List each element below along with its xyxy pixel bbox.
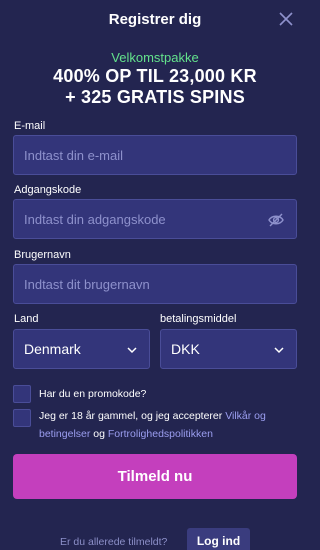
terms-checkbox[interactable]	[13, 409, 31, 427]
chevron-down-icon	[274, 347, 284, 354]
chevron-down-icon	[127, 347, 137, 354]
login-button[interactable]: Log ind	[187, 528, 250, 550]
currency-value: DKK	[171, 341, 200, 357]
email-placeholder: Indtast din e-mail	[24, 147, 123, 163]
password-field[interactable]: Indtast din adgangskode	[13, 199, 297, 239]
already-registered-text: Er du allerede tilmeldt?	[60, 536, 168, 548]
submit-button[interactable]: Tilmeld nu	[13, 454, 297, 499]
terms-text: Jeg er 18 år gammel, og jeg accepterer V…	[39, 407, 289, 443]
promo-headline-2: + 325 GRATIS SPINS	[65, 87, 245, 107]
terms-link[interactable]: Vilkår og	[225, 410, 266, 422]
modal-header: Registrer dig	[0, 0, 310, 38]
username-field[interactable]: Indtast dit brugernavn	[13, 264, 297, 304]
promo-headline-1: 400% OP TIL 23,000 KR	[53, 66, 257, 86]
modal-title: Registrer dig	[108, 11, 202, 28]
country-value: Denmark	[24, 341, 81, 357]
password-label: Adgangskode	[14, 184, 82, 196]
username-label: Brugernavn	[14, 249, 71, 261]
privacy-link[interactable]: Fortrolighedspolitikken	[108, 428, 213, 440]
username-placeholder: Indtast dit brugernavn	[24, 276, 150, 292]
eye-off-icon[interactable]	[267, 211, 285, 229]
email-field[interactable]: Indtast din e-mail	[13, 135, 297, 175]
currency-select[interactable]: DKK	[160, 329, 297, 369]
promo-code-label: Har du en promokode?	[39, 388, 147, 400]
promo-subtitle: Velkomstpakke	[111, 50, 199, 65]
terms-link-cont[interactable]: betingelser	[39, 428, 90, 440]
promo-code-checkbox[interactable]	[13, 385, 31, 403]
email-label: E-mail	[14, 120, 46, 132]
terms-text-before: Jeg er 18 år gammel, og jeg accepterer	[39, 410, 226, 422]
terms-text-and: og	[90, 428, 108, 440]
country-select[interactable]: Denmark	[13, 329, 150, 369]
currency-label: betalingsmiddel	[160, 313, 237, 325]
country-label: Land	[14, 313, 39, 325]
password-placeholder: Indtast din adgangskode	[24, 211, 166, 227]
close-icon[interactable]	[278, 11, 294, 27]
